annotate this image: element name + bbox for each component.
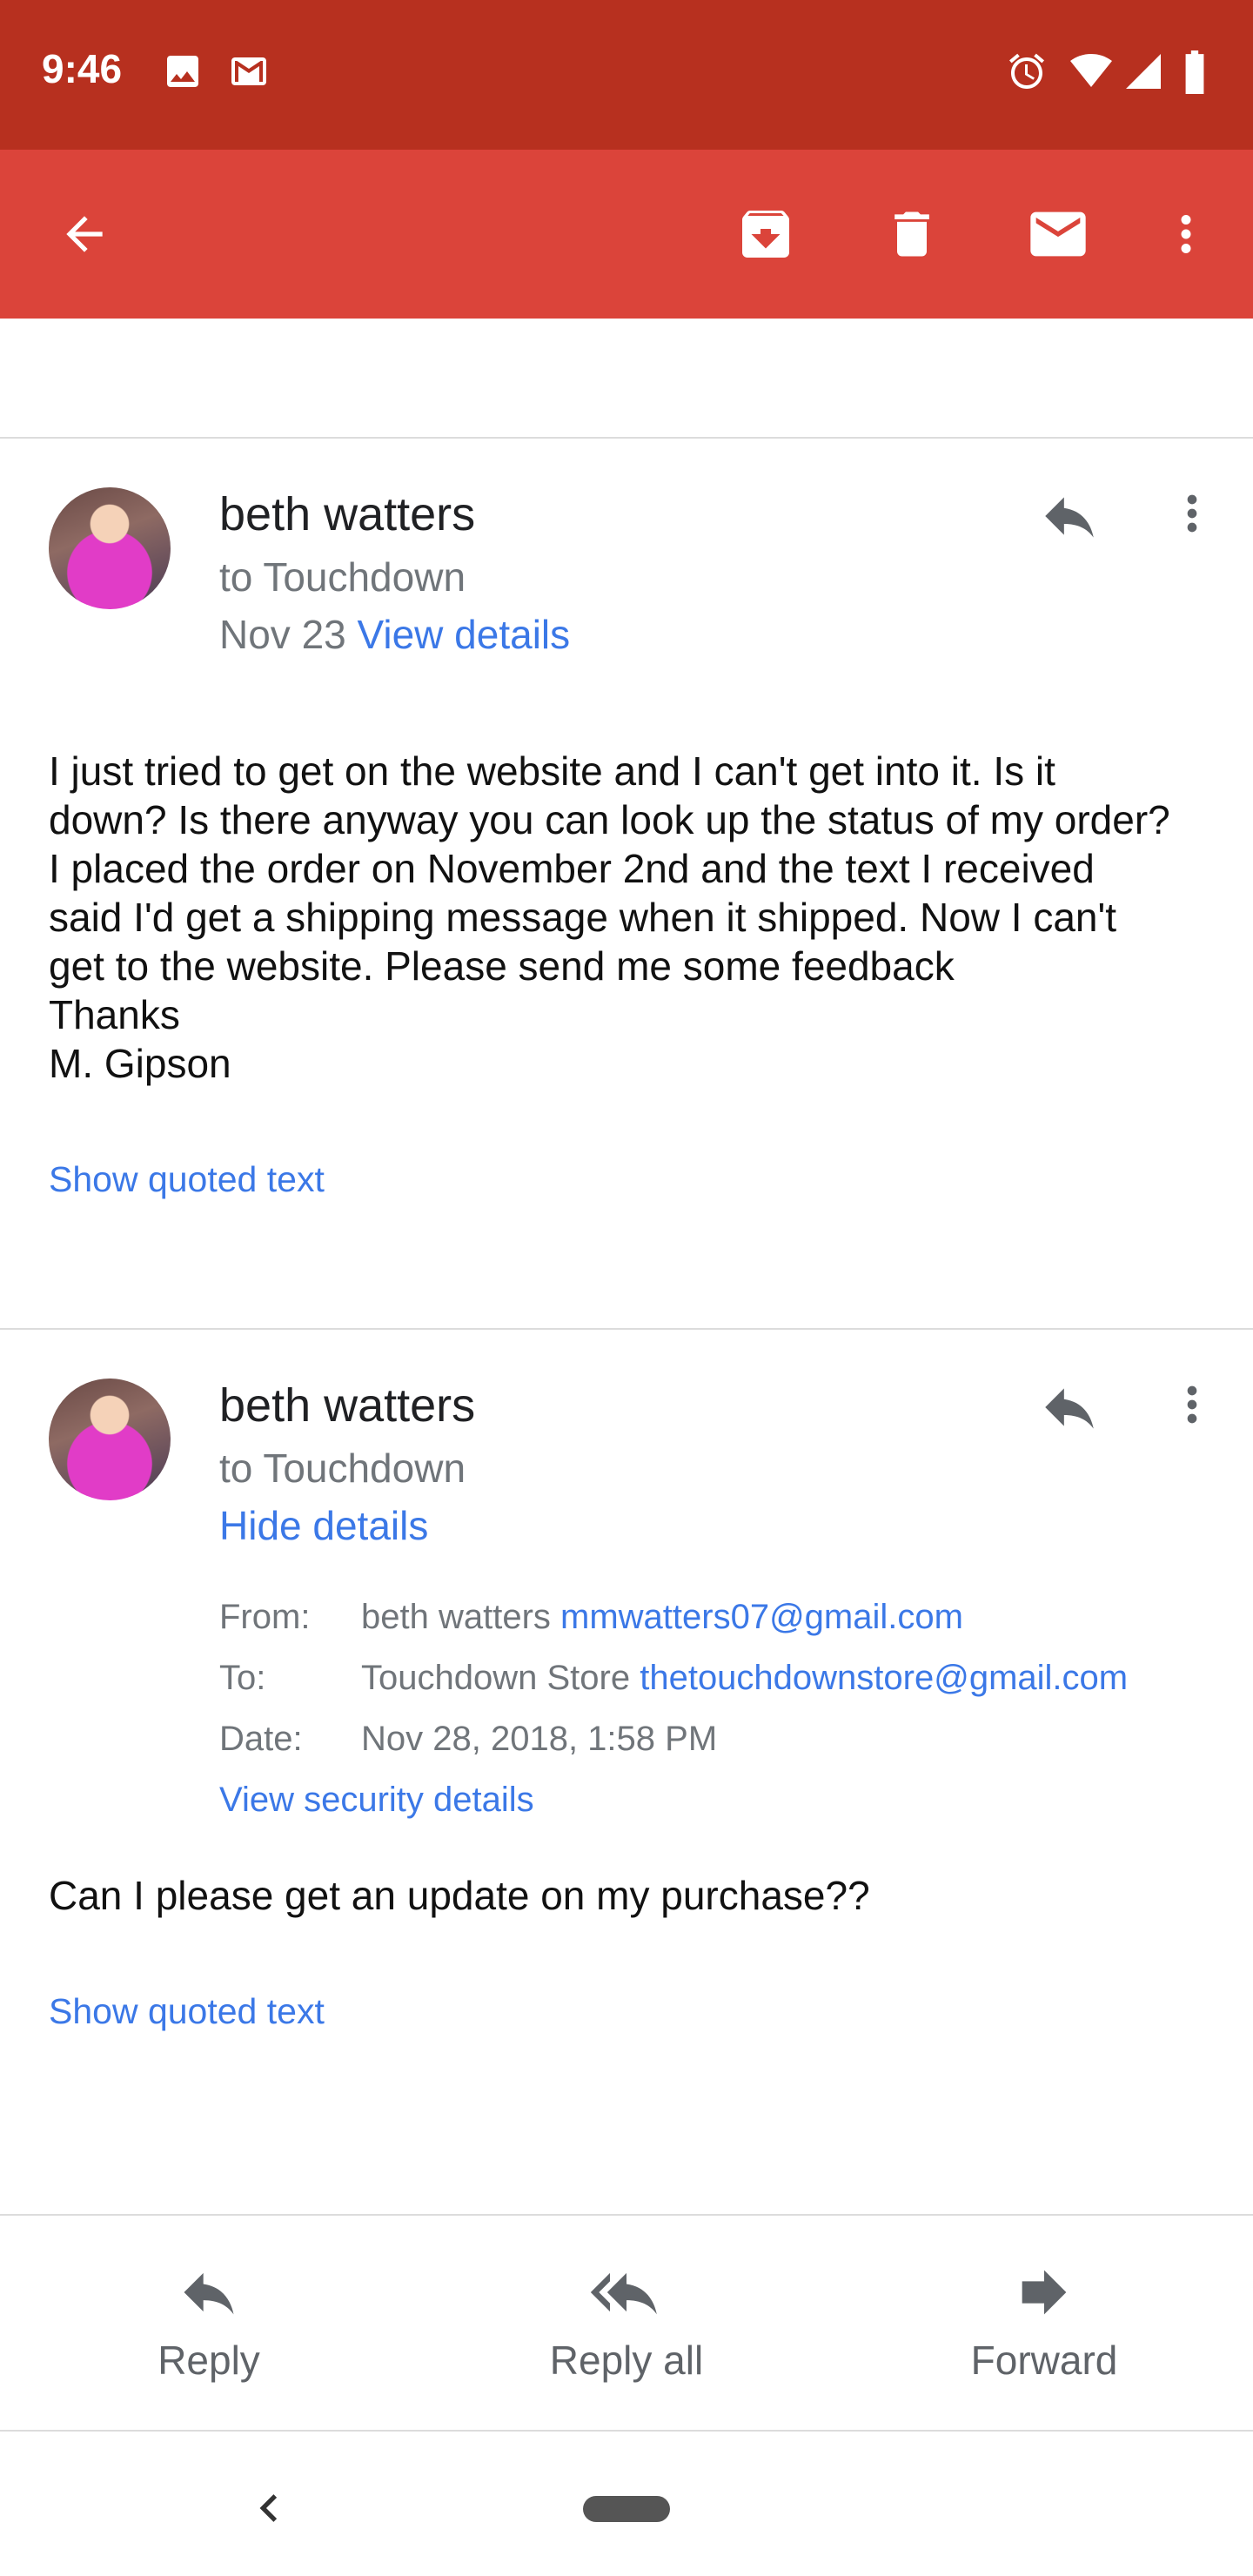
date-value: Nov 28, 2018, 1:58 PM [361, 1720, 718, 1758]
message-more-icon[interactable] [1157, 1370, 1227, 1439]
toolbar [0, 150, 1253, 319]
signal-icon [1126, 54, 1161, 89]
from-email-link[interactable]: mmwatters07@gmail.com [560, 1598, 963, 1636]
sender-name: beth watters [219, 488, 476, 540]
to-label: To: [219, 1659, 266, 1697]
back-arrow-icon[interactable] [45, 195, 124, 273]
avatar[interactable] [49, 487, 171, 609]
view-security-details-link[interactable]: View security details [219, 1781, 534, 1820]
gmail-icon [231, 57, 266, 85]
image-icon [167, 56, 198, 87]
reply-button[interactable]: Reply [78, 2259, 339, 2384]
view-details-link[interactable]: View details [358, 612, 571, 657]
mark-unread-icon[interactable] [1019, 195, 1097, 273]
system-nav-bar [0, 2432, 1253, 2576]
divider [0, 1328, 1253, 1330]
to-name: Touchdown Store [361, 1659, 631, 1697]
to-value: Touchdown Store thetouchdownstore@gmail.… [361, 1659, 1128, 1698]
message-more-icon[interactable] [1157, 479, 1227, 548]
from-value: beth watters mmwatters07@gmail.com [361, 1598, 963, 1637]
to-email-link[interactable]: thetouchdownstore@gmail.com [640, 1659, 1128, 1697]
recipient: to Touchdown [219, 554, 466, 600]
status-time: 9:46 [42, 46, 123, 91]
nav-back-icon[interactable] [252, 2485, 289, 2531]
from-name: beth watters [361, 1598, 551, 1636]
divider [0, 437, 1253, 439]
reply-all-label: Reply all [549, 2338, 704, 2383]
sender-name: beth watters [219, 1379, 476, 1432]
date-text: Nov 23 [219, 612, 346, 657]
forward-button[interactable]: Forward [914, 2259, 1175, 2384]
more-vert-icon[interactable] [1147, 195, 1225, 273]
reply-icon [184, 2272, 234, 2315]
wifi-icon [1070, 54, 1112, 87]
alarm-icon [1009, 53, 1044, 89]
reply-label: Reply [157, 2338, 260, 2383]
message-body: I just tried to get on the website and I… [49, 748, 1170, 1086]
home-pill[interactable] [583, 2496, 670, 2522]
divider [0, 2214, 1253, 2216]
message-body: Can I please get an update on my purchas… [49, 1873, 870, 1918]
message-date: Nov 23 View details [219, 611, 570, 658]
archive-icon[interactable] [727, 195, 805, 273]
show-quoted-text-link[interactable]: Show quoted text [49, 1991, 325, 2032]
delete-icon[interactable] [873, 195, 951, 273]
reply-all-icon [590, 2272, 657, 2315]
from-label: From: [219, 1598, 311, 1636]
hide-details-link[interactable]: Hide details [219, 1502, 428, 1549]
battery-icon [1185, 50, 1204, 94]
reply-all-button[interactable]: Reply all [496, 2259, 757, 2384]
status-bar: 9:46 [0, 0, 1253, 150]
recipient: to Touchdown [219, 1446, 466, 1491]
reply-icon[interactable] [1032, 1370, 1107, 1445]
show-quoted-text-link[interactable]: Show quoted text [49, 1159, 325, 1200]
forward-icon [1022, 2270, 1067, 2315]
forward-label: Forward [970, 2338, 1118, 2383]
date-label: Date: [219, 1720, 303, 1758]
reply-icon[interactable] [1032, 479, 1107, 553]
avatar[interactable] [49, 1379, 171, 1500]
